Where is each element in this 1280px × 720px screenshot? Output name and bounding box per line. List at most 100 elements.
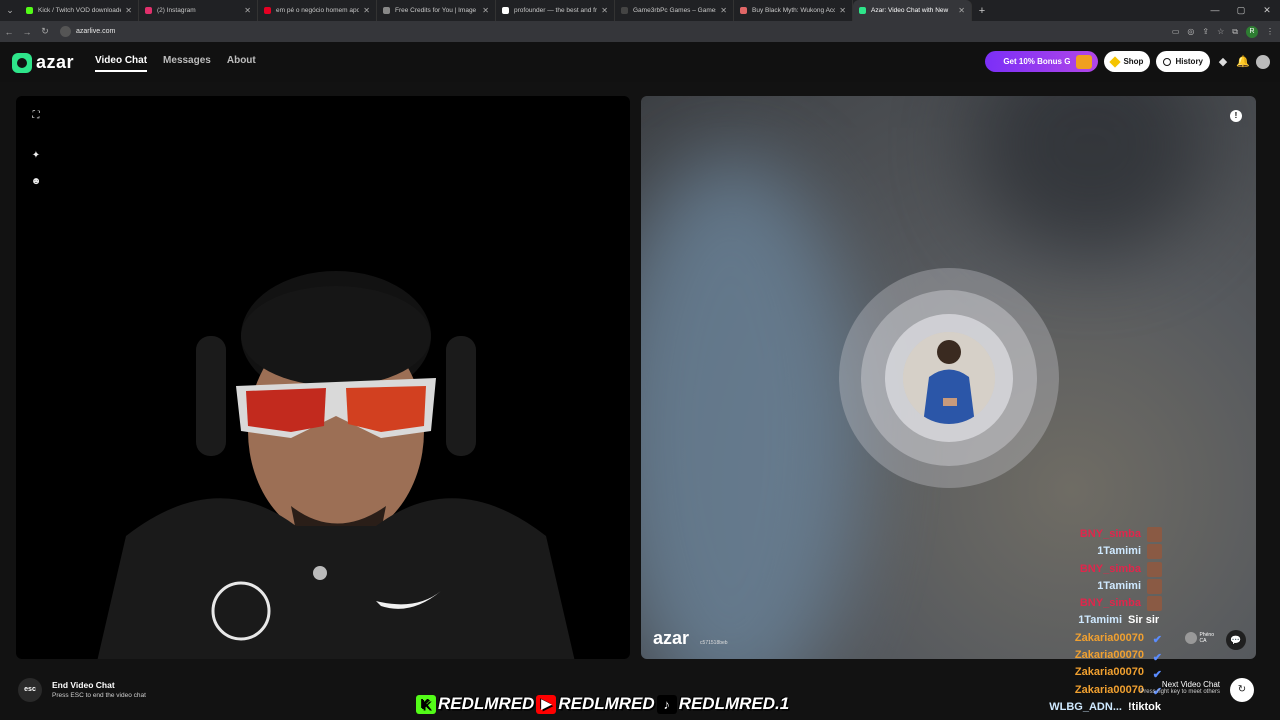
azar-logo[interactable]: azar xyxy=(12,52,74,73)
chat-username: BNY_simba xyxy=(1079,562,1141,575)
reload-icon[interactable]: ↻ xyxy=(36,26,54,37)
tab-close-icon[interactable]: ✕ xyxy=(601,6,608,15)
tab-favicon-icon xyxy=(502,7,509,14)
chat-line: 1Tamimi xyxy=(928,578,1168,595)
chat-emote-icon xyxy=(1147,579,1162,595)
tab-close-icon[interactable]: ✕ xyxy=(244,6,251,15)
matched-user-avatar xyxy=(903,332,995,424)
esc-key-button[interactable]: esc xyxy=(18,678,42,702)
minimize-icon[interactable]: — xyxy=(1202,0,1228,21)
browser-tab[interactable]: (2) Instagram ✕ xyxy=(139,0,258,21)
maximize-icon[interactable]: ▢ xyxy=(1228,0,1254,21)
blurred-background-dark xyxy=(971,96,1211,256)
bonus-label: Get 10% Bonus G xyxy=(1003,57,1071,66)
youtube-icon: ▶ xyxy=(536,694,557,714)
site-info-icon[interactable] xyxy=(60,26,71,37)
fullscreen-toggle-icon[interactable]: ⛶ xyxy=(30,110,42,122)
chat-emote-icon xyxy=(1147,596,1162,612)
next-video-chat-title[interactable]: Next Video Chat xyxy=(1140,680,1220,689)
tab-close-icon[interactable]: ✕ xyxy=(125,6,132,15)
address-bar-actions: ▭ ◎ ⇪ ☆ ⧉ R ⋮ xyxy=(1172,21,1274,42)
tab-title: Azar: Video Chat with New xyxy=(871,7,949,14)
tab-favicon-icon xyxy=(264,7,271,14)
browser-tab[interactable]: Free Credits for You | Image ✕ xyxy=(377,0,496,21)
more-menu-icon[interactable]: ⋮ xyxy=(1266,27,1274,36)
chat-username: Zakaria00070 xyxy=(1074,649,1144,662)
local-video: ⛶ ✦ ☻ xyxy=(16,96,630,659)
chat-badge-icon: ✔ xyxy=(1152,634,1162,647)
azar-logo-text: azar xyxy=(36,52,75,72)
chat-badge-icon: ✔ xyxy=(1152,651,1162,664)
nav-about[interactable]: About xyxy=(227,55,256,72)
report-shield-icon[interactable]: ! xyxy=(1230,110,1242,122)
back-icon[interactable]: ← xyxy=(0,27,18,37)
tab-close-icon[interactable]: ✕ xyxy=(363,6,370,15)
address-bar: ← → ↻ azarlive.com ▭ ◎ ⇪ ☆ ⧉ R ⋮ xyxy=(0,21,1280,42)
video-chat-footer: esc End Video Chat Press ESC to end the … xyxy=(0,672,1280,720)
window-controls: — ▢ ✕ xyxy=(1202,0,1280,21)
eye-slash-icon[interactable]: ◎ xyxy=(1187,27,1194,36)
history-button[interactable]: History xyxy=(1156,51,1210,72)
streamer-video-feed xyxy=(97,271,575,659)
chat-line: BNY_simba xyxy=(928,561,1168,578)
chat-username: BNY_simba xyxy=(1079,528,1141,540)
watermark-logo: azar xyxy=(653,628,690,648)
youtube-handle: REDLMRED xyxy=(558,694,655,713)
azar-logo-mark xyxy=(12,52,32,73)
tab-close-icon[interactable]: ✕ xyxy=(482,6,489,15)
chat-username: 1Tamimi xyxy=(1078,614,1122,627)
browser-tab[interactable]: em pé o negócio homem apon ✕ xyxy=(258,0,377,21)
blurred-background xyxy=(641,156,861,659)
profile-avatar[interactable]: R xyxy=(1246,25,1258,38)
forward-icon[interactable]: → xyxy=(18,27,36,37)
share-icon[interactable]: ⇪ xyxy=(1202,27,1209,36)
browser-tab[interactable]: Game3rbPc Games – Games Or ✕ xyxy=(615,0,734,21)
bonus-button[interactable]: Get 10% Bonus G xyxy=(985,51,1099,72)
clock-icon xyxy=(1163,57,1172,66)
azar-watermark: azar c571518beb xyxy=(653,628,728,649)
tab-favicon-icon xyxy=(145,7,152,14)
chat-line: Zakaria00070 ✔ xyxy=(928,647,1168,664)
chat-emote-icon xyxy=(1147,527,1162,543)
magic-wand-effects-icon[interactable]: ✦ xyxy=(30,150,42,162)
user-avatar[interactable] xyxy=(1256,54,1270,69)
shop-label: Shop xyxy=(1123,57,1144,66)
tab-title: Free Credits for You | Image xyxy=(395,7,477,14)
tiktok-icon: ♪ xyxy=(656,694,677,714)
chat-username: 1Tamimi xyxy=(1097,545,1141,558)
nav-video-chat[interactable]: Video Chat xyxy=(95,55,148,72)
cast-icon[interactable]: ▭ xyxy=(1172,27,1180,36)
kick-icon: K xyxy=(416,694,436,714)
mini-profile[interactable]: Phéno CA xyxy=(1184,632,1214,644)
chat-bubble-button[interactable]: 💬 xyxy=(1226,630,1246,650)
bookmark-star-icon[interactable]: ☆ xyxy=(1217,27,1224,36)
url-field[interactable]: azarlive.com xyxy=(60,24,115,39)
browser-tab[interactable]: Buy Black Myth: Wukong Acco ✕ xyxy=(734,0,853,21)
chat-line: 1Tamimi xyxy=(928,543,1168,560)
nav-messages[interactable]: Messages xyxy=(163,55,211,72)
browser-tab[interactable]: Azar: Video Chat with New ✕ xyxy=(853,0,972,21)
next-video-chat-button[interactable]: ↻ xyxy=(1230,678,1254,702)
notification-bell-icon[interactable]: 🔔 xyxy=(1236,55,1250,69)
treasure-chest-icon xyxy=(1076,54,1093,69)
end-video-chat-title[interactable]: End Video Chat xyxy=(52,680,115,690)
browser-tab[interactable]: profounder — the best and fre ✕ xyxy=(496,0,615,21)
tab-close-icon[interactable]: ✕ xyxy=(958,6,965,15)
tab-close-icon[interactable]: ✕ xyxy=(839,6,846,15)
browser-tab[interactable]: Kick / Twitch VOD downloader ✕ xyxy=(20,0,139,21)
gem-store-icon[interactable]: ◆ xyxy=(1216,55,1230,69)
tab-search-icon[interactable]: ⌄ xyxy=(0,0,20,21)
watermark-id: c571518beb xyxy=(700,640,728,646)
tab-favicon-icon xyxy=(26,7,33,14)
extensions-icon[interactable]: ⧉ xyxy=(1232,27,1238,37)
tab-close-icon[interactable]: ✕ xyxy=(720,6,727,15)
new-tab-button[interactable]: + xyxy=(972,5,992,17)
azar-header: azar Video Chat Messages About Get 10% B… xyxy=(0,42,1280,82)
tiktok-handle: REDLMRED.1 xyxy=(678,694,790,713)
shop-button[interactable]: Shop xyxy=(1104,51,1151,72)
close-window-icon[interactable]: ✕ xyxy=(1254,0,1280,21)
chat-line: 1Tamimi Sir sir xyxy=(928,612,1168,629)
chat-emote-icon xyxy=(1147,544,1162,560)
sticker-face-icon[interactable]: ☻ xyxy=(30,176,42,188)
url-text: azarlive.com xyxy=(76,28,116,35)
